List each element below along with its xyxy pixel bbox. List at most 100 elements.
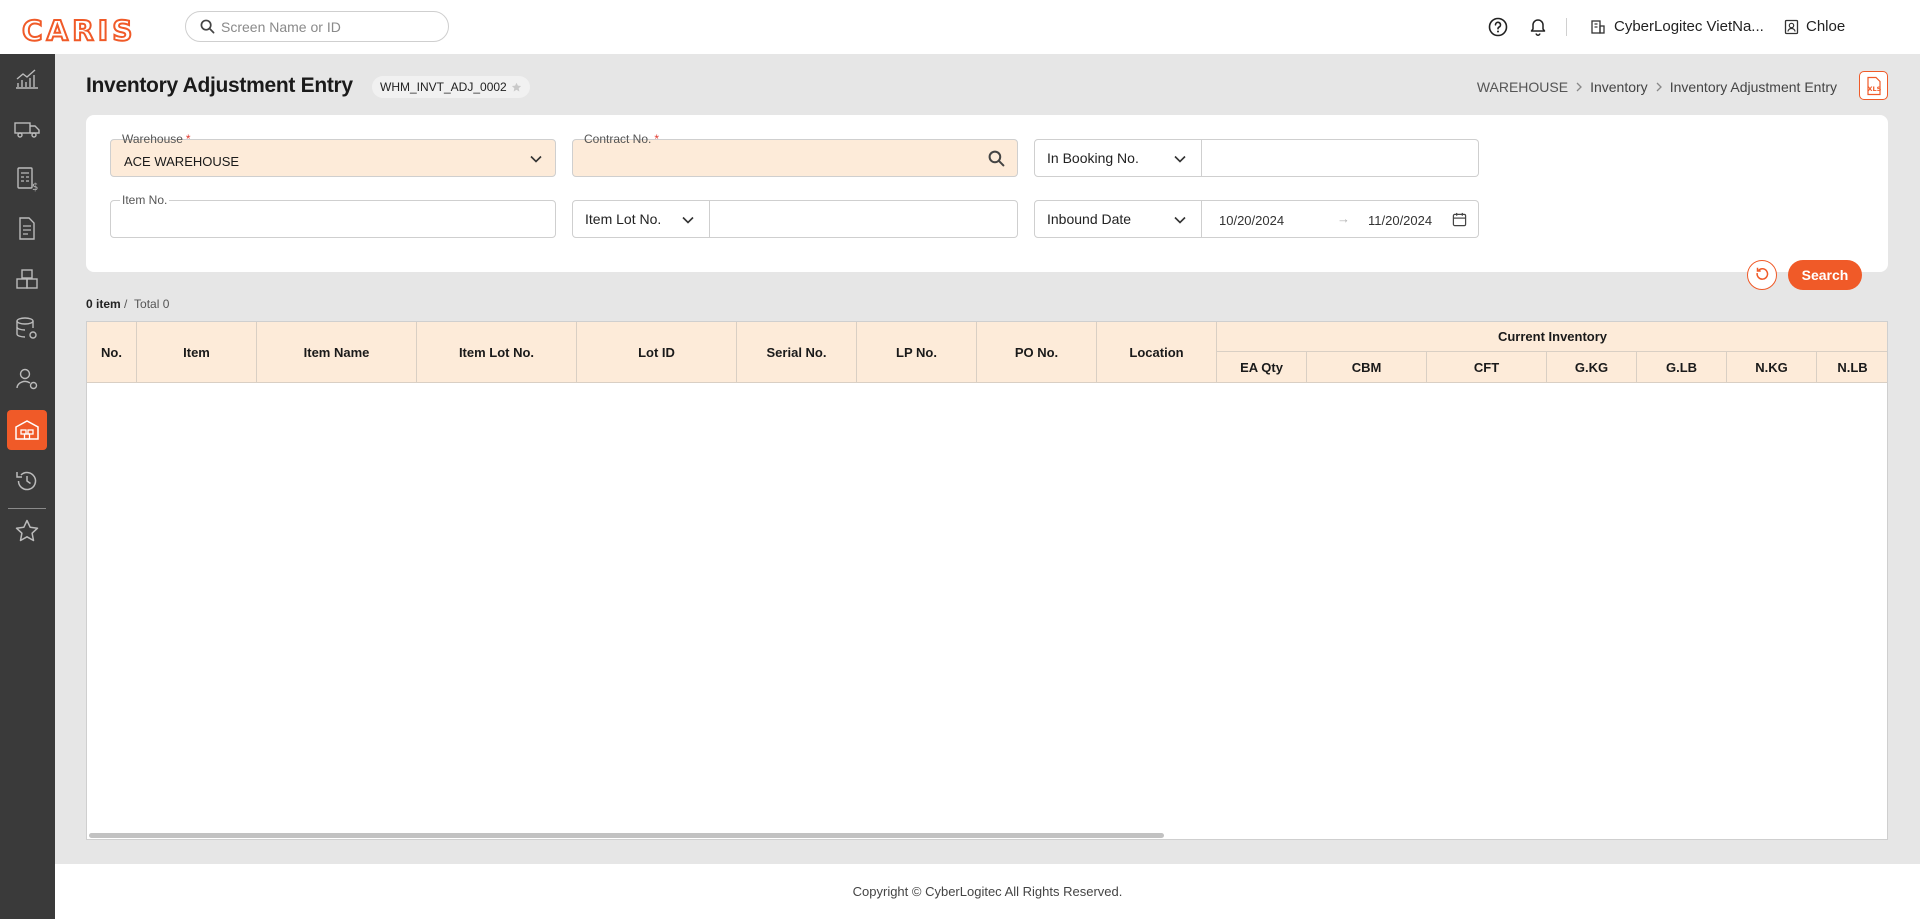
column-header-lot-id[interactable]: Lot ID [577,322,737,383]
caris-logo[interactable]: CARIS [21,13,136,48]
reset-button[interactable] [1747,260,1777,290]
date-type-select[interactable]: Inbound Date [1034,200,1202,238]
item-count: 0 item [86,297,121,311]
column-header-item[interactable]: Item [137,322,257,383]
item-lot-type-value: Item Lot No. [585,211,662,227]
star-icon [15,519,39,542]
column-header-location[interactable]: Location [1097,322,1217,383]
search-icon [200,19,215,34]
history-icon [16,471,37,491]
column-group-current-inventory: Current Inventory [1217,322,1887,352]
sidebar-item-user-admin[interactable] [7,359,47,399]
item-lot-input[interactable] [710,201,1017,237]
sidebar-item-billing[interactable]: $ [7,159,47,199]
sidebar: $ [0,54,55,919]
booking-no-input-box[interactable] [1202,139,1479,177]
company-name: CyberLogitec VietNa... [1614,18,1764,35]
booking-type-value: In Booking No. [1047,150,1139,166]
column-header-no[interactable]: No. [87,322,137,383]
svg-text:$: $ [32,182,38,192]
chevron-right-icon [1576,82,1583,92]
warehouse-label: Warehouse * [122,132,191,146]
chevron-down-icon [1174,155,1186,163]
screen-search[interactable] [185,11,449,42]
truck-icon [14,122,40,138]
sidebar-item-master-data[interactable] [7,309,47,349]
refresh-icon [1756,267,1769,280]
breadcrumb-item-warehouse[interactable]: WAREHOUSE [1477,79,1568,95]
breadcrumb: WAREHOUSE Inventory Inventory Adjustment… [1477,79,1837,95]
column-header-cbm[interactable]: CBM [1307,352,1427,383]
chevron-down-icon [1174,216,1186,224]
sidebar-item-warehouse[interactable] [7,410,47,450]
breadcrumb-item-current: Inventory Adjustment Entry [1669,79,1837,95]
date-type-value: Inbound Date [1047,211,1132,227]
column-header-item-name[interactable]: Item Name [257,322,417,383]
date-to[interactable]: 11/20/2024 [1368,213,1432,228]
inventory-grid: No. Item Item Name Item Lot No. Lot ID S… [86,321,1888,840]
chevron-down-icon [682,216,694,224]
user-name: Chloe [1806,18,1846,35]
column-header-g-lb[interactable]: G.LB [1637,352,1727,383]
filter-panel: Warehouse * ACE WAREHOUSE Contract No. * I… [86,115,1888,272]
breadcrumb-item-inventory[interactable]: Inventory [1590,79,1648,95]
footer: Copyright © CyberLogitec All Rights Rese… [55,864,1920,919]
total-count: Total 0 [134,297,170,311]
booking-type-select[interactable]: In Booking No. [1034,139,1202,177]
sidebar-item-inventory[interactable] [7,259,47,299]
item-lot-type-select[interactable]: Item Lot No. [572,200,710,238]
boxes-icon [16,269,38,289]
bell-icon[interactable] [1528,17,1548,37]
screen-search-input[interactable] [221,18,441,35]
horizontal-scrollbar[interactable] [89,833,1164,838]
svg-text:XLS: XLS [1867,85,1881,93]
document-icon [19,217,35,240]
sidebar-item-favorites[interactable] [7,511,47,551]
date-from[interactable]: 10/20/2024 [1219,213,1284,228]
sidebar-item-history[interactable] [7,461,47,501]
warehouse-value: ACE WAREHOUSE [124,154,240,169]
search-button[interactable]: Search [1788,260,1862,290]
column-header-serial-no[interactable]: Serial No. [737,322,857,383]
search-icon[interactable] [988,150,1005,167]
user-settings-icon [16,368,38,390]
sidebar-divider [8,508,46,509]
warehouse-icon [15,420,39,440]
column-header-cft[interactable]: CFT [1427,352,1547,383]
booking-no-input[interactable] [1202,140,1478,176]
page-title: Inventory Adjustment Entry [86,74,353,97]
database-settings-icon [16,317,37,339]
item-lot-input-box[interactable] [710,200,1018,238]
column-header-item-lot-no[interactable]: Item Lot No. [417,322,577,383]
chevron-down-icon [530,155,542,163]
user-badge-icon [1784,19,1799,34]
column-header-po-no[interactable]: PO No. [977,322,1097,383]
building-icon [1591,19,1605,34]
screen-id-badge: WHM_INVT_ADJ_0002 [372,76,530,98]
column-header-ea-qty[interactable]: EA Qty [1217,352,1307,383]
date-range-picker[interactable]: 10/20/2024 → 11/20/2024 [1202,200,1479,238]
screen-id-text: WHM_INVT_ADJ_0002 [380,80,507,94]
warehouse-select[interactable]: Warehouse * ACE WAREHOUSE [110,132,556,177]
excel-export-button[interactable]: XLS [1859,71,1888,100]
contract-no-field[interactable]: Contract No. * [572,132,1018,177]
billing-icon: $ [17,167,38,192]
company-selector[interactable]: CyberLogitec VietNa... [1590,18,1764,35]
favorite-star-icon[interactable] [511,82,522,93]
calendar-icon[interactable] [1452,212,1467,227]
column-header-n-lb[interactable]: N.LB [1817,352,1887,383]
column-header-lp-no[interactable]: LP No. [857,322,977,383]
user-menu[interactable]: Chloe [1784,18,1845,35]
chevron-right-icon [1656,82,1662,92]
help-icon[interactable] [1488,17,1508,37]
sidebar-item-documents[interactable] [7,209,47,249]
date-range-arrow: → [1337,211,1350,226]
sidebar-item-transport[interactable] [7,109,47,149]
column-header-n-kg[interactable]: N.KG [1727,352,1817,383]
sidebar-item-analytics[interactable] [7,59,47,99]
xls-file-icon: XLS [1866,76,1881,95]
header-divider [1566,18,1567,36]
contract-no-label: Contract No. * [584,132,660,146]
column-header-g-kg[interactable]: G.KG [1547,352,1637,383]
item-no-field[interactable]: Item No. [110,193,556,238]
